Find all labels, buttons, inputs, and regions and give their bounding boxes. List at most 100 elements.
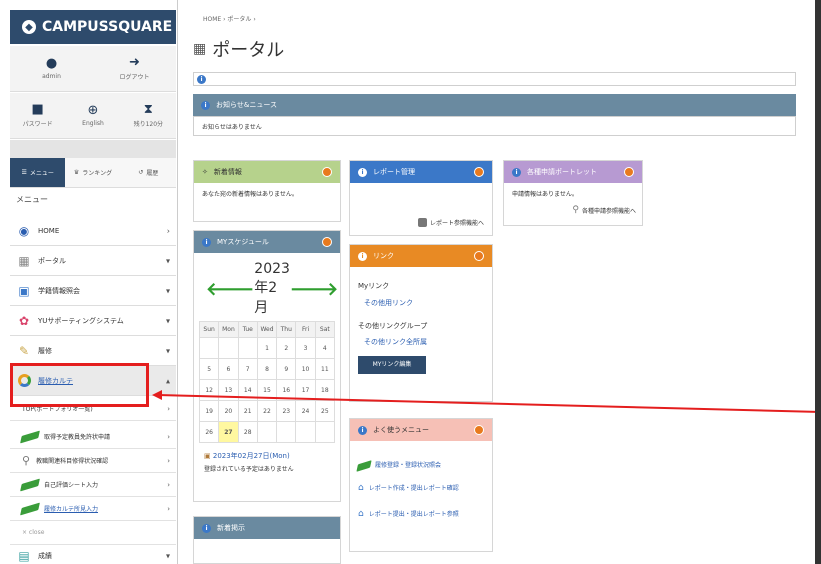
chevron-up-icon: ▴ (165, 376, 170, 385)
info-icon: i (202, 523, 211, 533)
report-header: i レポート管理 (350, 161, 492, 183)
day-cell[interactable]: 16 (276, 379, 297, 401)
weekday-cell: Tue (237, 321, 258, 338)
toggle-icon[interactable] (624, 167, 634, 177)
day-cell[interactable]: 4 (314, 337, 336, 359)
timer-label: 残り120分 (133, 121, 164, 128)
day-cell[interactable]: 3 (295, 337, 316, 359)
my-link-heading: Myリンク (358, 282, 390, 290)
sidebar-item-grades[interactable]: ▤ 成績 ▾ (10, 545, 176, 564)
next-month-icon[interactable]: 🡒 (290, 279, 338, 300)
card-title: レポート管理 (373, 168, 415, 176)
report-link[interactable]: レポート参照機能へ (417, 218, 484, 227)
report-link-text: レポート参照機能へ (429, 220, 484, 227)
day-cell (218, 337, 239, 359)
day-cell[interactable]: 14 (237, 379, 258, 401)
other-link[interactable]: その他用リンク (364, 298, 484, 309)
day-cell[interactable]: 6 (218, 358, 239, 380)
chevron-down-icon: ▾ (165, 346, 170, 355)
link-header: i リンク (350, 245, 492, 267)
language-button[interactable]: ⊕ English (65, 93, 120, 138)
day-cell[interactable]: 13 (218, 379, 239, 401)
tab-history[interactable]: ↺ 履歴 (121, 158, 176, 187)
card-title: よく使うメニュー (373, 426, 429, 434)
chevron-down-icon: ▾ (165, 256, 170, 265)
tab-ranking[interactable]: ♛ ランキング (65, 158, 120, 187)
flower-icon: ✿ (18, 313, 30, 328)
sidebar-item-registration[interactable]: ✎ 履修 ▾ (10, 336, 176, 366)
edit-link-button[interactable]: MYリンク編集 (358, 355, 426, 374)
sidebar-divider (10, 140, 176, 158)
user-label: admin (42, 73, 61, 80)
brand-name: CAMPUSSQUARE (42, 19, 173, 35)
day-cell[interactable]: 22 (256, 400, 278, 422)
day-cell[interactable]: 2 (276, 337, 297, 359)
day-cell[interactable]: 9 (276, 358, 297, 380)
favorite-item[interactable]: 履修登録・登録状況照会 (356, 459, 484, 472)
brand-logo[interactable]: ◆ CAMPUSSQUARE (10, 10, 176, 44)
chevron-down-icon: ▾ (165, 286, 170, 295)
card-title: 各種申請ポートレット (527, 168, 597, 176)
news-title: お知らせ&ニュース (216, 101, 277, 109)
day-cell[interactable]: 20 (218, 400, 239, 422)
sub-item-license[interactable]: 取得予定教員免許状申請 › (10, 425, 176, 449)
close-submenu[interactable]: × close (10, 521, 176, 545)
day-cell[interactable]: 27 (218, 421, 239, 443)
calendar-grid: Sun Mon Tue Wed Thu Fri Sat 1 2 3 4 5 6 7 8 9 10 11 12 13 14… (198, 321, 336, 443)
day-cell[interactable]: 5 (198, 358, 220, 380)
sub-item-findings[interactable]: 履修カルテ所見入力 › (10, 497, 176, 521)
sub-item-credits[interactable]: ⚲ 教職関連科目修得状況確認 › (10, 449, 176, 473)
day-cell[interactable]: 7 (237, 358, 258, 380)
day-cell[interactable]: 21 (237, 400, 258, 422)
day-cell[interactable]: 10 (295, 358, 316, 380)
history-icon: ↺ (138, 169, 144, 176)
day-cell[interactable]: 12 (198, 379, 220, 401)
day-cell[interactable]: 25 (314, 400, 336, 422)
day-cell[interactable]: 1 (256, 337, 278, 359)
toggle-icon[interactable] (474, 251, 484, 261)
calendar-nav: 🡐 2023年2月 🡒 (194, 261, 340, 317)
day-cell[interactable]: 26 (198, 421, 220, 443)
favorite-item[interactable]: ⌂ レポート作成・提出レポート確認 (358, 482, 484, 496)
sidebar-item-home[interactable]: ◉ HOME › (10, 216, 176, 246)
day-cell[interactable]: 24 (295, 400, 316, 422)
day-cell (314, 421, 336, 443)
sidebar-item-portal[interactable]: ▦ ポータル ▾ (10, 246, 176, 276)
day-cell[interactable]: 11 (314, 358, 336, 380)
user-button[interactable]: ● admin (10, 46, 93, 91)
day-cell[interactable]: 15 (256, 379, 278, 401)
toggle-icon[interactable] (474, 167, 484, 177)
new-info-card: ✧ 新着情報 あなた宛の新着情報はありません。 (193, 160, 341, 222)
toggle-icon[interactable] (322, 237, 332, 247)
prev-month-icon[interactable]: 🡐 (206, 279, 254, 300)
breadcrumb: HOME › ポータル › (203, 16, 256, 23)
logout-button[interactable]: ➜ ログアウト (93, 46, 176, 91)
favorite-item-label: レポート作成・提出レポート確認 (368, 485, 459, 493)
weekday-cell: Fri (295, 321, 316, 338)
day-cell[interactable]: 18 (314, 379, 336, 401)
day-cell[interactable]: 17 (295, 379, 316, 401)
tab-menu[interactable]: ☰ メニュー (10, 158, 66, 187)
day-cell[interactable]: 28 (237, 421, 258, 443)
sub-item-self-eval[interactable]: 自己評価シート入力 › (10, 473, 176, 497)
card-title: 新着情報 (213, 168, 242, 176)
portlet-header: i 各種申請ポートレット (504, 161, 642, 183)
portlet-link[interactable]: ⚲ 各種申請参照機能へ (572, 205, 636, 215)
sidebar-item-student-info[interactable]: ▣ 学籍情報照会 ▾ (10, 276, 176, 306)
toggle-icon[interactable] (322, 167, 332, 177)
day-cell[interactable]: 23 (276, 400, 297, 422)
group-link[interactable]: その他リンク全所属 (364, 337, 484, 348)
sidebar-item-support[interactable]: ✿ YUサポーティングシステム ▾ (10, 306, 176, 336)
day-cell[interactable]: 8 (256, 358, 278, 380)
day-cell[interactable]: 19 (198, 400, 220, 422)
magnifier-icon: ⚲ (572, 205, 579, 215)
favorite-item[interactable]: ⌂ レポート提出・提出レポート参照 (358, 508, 484, 522)
pencil-icon (20, 430, 40, 443)
sidebar-item-label: 履修 (38, 346, 52, 355)
password-button[interactable]: ■ パスワード (10, 93, 65, 138)
info-icon: i (197, 74, 206, 84)
news-header: i お知らせ&ニュース (193, 94, 796, 116)
logout-icon: ➜ (129, 55, 140, 70)
day-cell (276, 421, 297, 443)
toggle-icon[interactable] (474, 425, 484, 435)
